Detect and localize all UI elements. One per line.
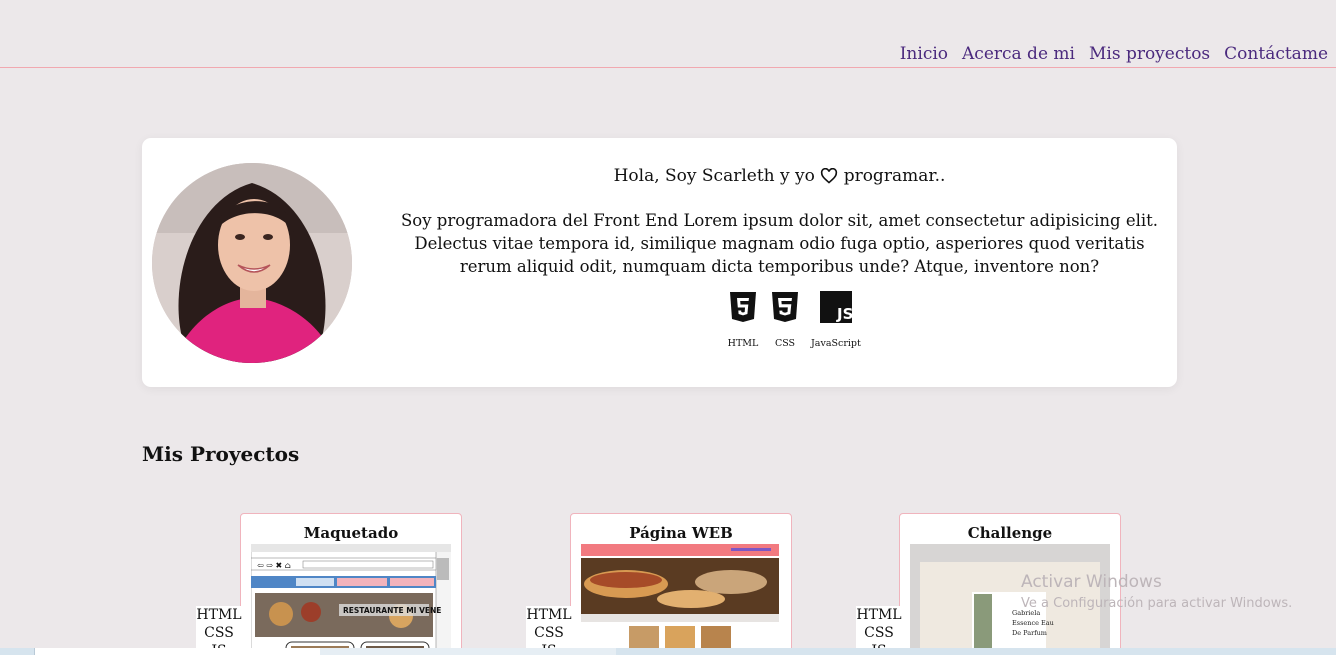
tech-css: CSS bbox=[769, 291, 801, 349]
nav-link-contacto[interactable]: Contáctame bbox=[1224, 44, 1328, 64]
tag-html: HTML bbox=[196, 607, 242, 623]
heart-icon bbox=[820, 167, 838, 191]
javascript-icon: JS bbox=[819, 291, 852, 323]
css3-icon bbox=[772, 292, 798, 322]
taskbar bbox=[0, 648, 1336, 655]
tech-javascript: JS JavaScript bbox=[811, 291, 861, 349]
tech-label-javascript: JavaScript bbox=[811, 338, 861, 349]
project-card-pagina-web[interactable]: Página WEB bbox=[570, 513, 792, 655]
hero-text: Hola, Soy Scarleth y yo programar.. Soy … bbox=[387, 164, 1172, 278]
windows-activation-subtitle: Ve a Configuración para activar Windows. bbox=[1021, 596, 1293, 611]
html5-icon bbox=[730, 292, 756, 322]
project-thumbnail: ⇦ ⇨ ✖ ⌂ RESTAURANTE MI VENE bbox=[251, 544, 451, 655]
tech-html: HTML bbox=[727, 291, 759, 349]
project-thumbnail bbox=[581, 544, 781, 655]
svg-text:JS: JS bbox=[836, 305, 852, 323]
tech-stack: HTML CSS JS JavaScript bbox=[727, 291, 871, 349]
top-navigation: Inicio Acerca de mi Mis proyectos Contác… bbox=[0, 0, 1336, 68]
projects-heading: Mis Proyectos bbox=[142, 442, 300, 466]
nav-links: Inicio Acerca de mi Mis proyectos Contác… bbox=[900, 44, 1328, 64]
greeting-after: programar.. bbox=[843, 166, 946, 186]
nav-link-acerca[interactable]: Acerca de mi bbox=[962, 44, 1075, 64]
project-title: Challenge bbox=[967, 524, 1053, 542]
project-title: Maquetado bbox=[303, 524, 399, 542]
about-card: Hola, Soy Scarleth y yo programar.. Soy … bbox=[142, 138, 1177, 387]
project-card-maquetado[interactable]: Maquetado ⇦ ⇨ ✖ ⌂ RESTAURANTE MI VENE bbox=[240, 513, 462, 655]
svg-text:RESTAURANTE MI VENE: RESTAURANTE MI VENE bbox=[343, 606, 441, 615]
greeting-before: Hola, Soy Scarleth y yo bbox=[613, 166, 815, 186]
project-title: Página WEB bbox=[629, 524, 733, 542]
tech-label-css: CSS bbox=[774, 338, 796, 349]
tech-label-html: HTML bbox=[727, 338, 759, 349]
tag-css: CSS bbox=[204, 625, 234, 641]
tag-css: CSS bbox=[534, 625, 564, 641]
profile-photo bbox=[152, 163, 352, 363]
svg-text:⇦ ⇨ ✖ ⌂: ⇦ ⇨ ✖ ⌂ bbox=[257, 561, 291, 570]
svg-text:De Parfum: De Parfum bbox=[1012, 629, 1047, 637]
nav-link-inicio[interactable]: Inicio bbox=[900, 44, 948, 64]
tag-css: CSS bbox=[864, 625, 894, 641]
taskbar-apps[interactable] bbox=[320, 648, 616, 655]
taskbar-search[interactable] bbox=[34, 648, 320, 655]
nav-link-proyectos[interactable]: Mis proyectos bbox=[1089, 44, 1210, 64]
tag-html: HTML bbox=[856, 607, 902, 623]
intro-paragraph: Soy programadora del Front End Lorem ips… bbox=[400, 211, 1159, 276]
svg-text:Essence Eau: Essence Eau bbox=[1012, 619, 1054, 627]
tag-html: HTML bbox=[526, 607, 572, 623]
greeting: Hola, Soy Scarleth y yo programar.. bbox=[387, 164, 1172, 191]
windows-activation-title: Activar Windows bbox=[1021, 572, 1162, 592]
